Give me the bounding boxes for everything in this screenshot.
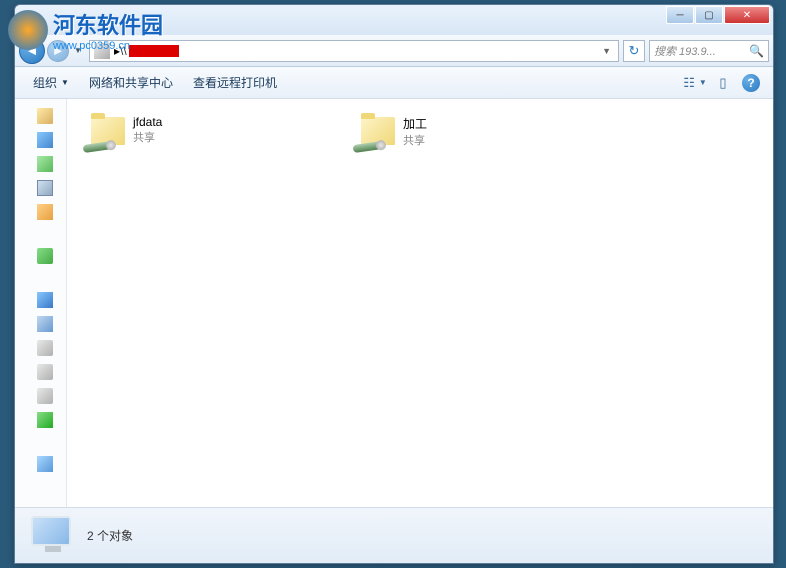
view-options-button[interactable]: ☷▼	[681, 72, 709, 94]
back-button[interactable]: ◄	[19, 38, 45, 64]
drive-icon	[37, 388, 53, 404]
chevron-down-icon: ▼	[61, 78, 69, 87]
search-box[interactable]: 搜索 193.9... 🔍	[649, 40, 769, 62]
address-text: ▸ \\	[114, 44, 599, 58]
shared-folder-icon	[83, 115, 125, 155]
sidebar-item[interactable]	[15, 105, 66, 127]
search-input[interactable]: 搜索 193.9...	[654, 43, 749, 59]
sidebar-item[interactable]	[15, 201, 66, 223]
search-icon[interactable]: 🔍	[749, 44, 764, 58]
help-button[interactable]: ?	[737, 72, 765, 94]
video-icon	[37, 132, 53, 148]
computer-large-icon	[27, 514, 75, 558]
refresh-button[interactable]: ↻	[623, 40, 645, 62]
shared-folder-item[interactable]: jfdata 共享	[79, 111, 309, 159]
homegroup-icon	[37, 248, 53, 264]
address-bar[interactable]: ▸ \\ ▼	[89, 40, 619, 62]
sidebar-item[interactable]	[15, 177, 66, 199]
sidebar-item[interactable]	[15, 245, 66, 267]
monitor-icon	[37, 316, 53, 332]
close-button[interactable]: ✕	[724, 6, 770, 24]
folder-subtitle: 共享	[403, 132, 427, 148]
organize-label: 组织	[33, 74, 57, 91]
network-icon	[37, 456, 53, 472]
computer-icon	[37, 292, 53, 308]
organize-button[interactable]: 组织 ▼	[23, 70, 79, 95]
sidebar-item[interactable]	[15, 289, 66, 311]
picture-icon	[37, 156, 53, 172]
document-icon	[37, 180, 53, 196]
explorer-window: ─ ▢ ✕ ◄ ► ▼ ▸ \\ ▼ ↻ 搜索 193.9... 🔍 组织 ▼ …	[14, 4, 774, 564]
sidebar-item[interactable]	[15, 337, 66, 359]
preview-pane-button[interactable]: ▯	[709, 72, 737, 94]
folder-icon	[37, 108, 53, 124]
shared-folder-icon	[353, 115, 395, 155]
nav-history-dropdown[interactable]: ▼	[71, 46, 85, 55]
titlebar: ─ ▢ ✕	[15, 5, 773, 35]
sidebar-item[interactable]	[15, 409, 66, 431]
sidebar-item[interactable]	[15, 129, 66, 151]
drive-icon	[37, 340, 53, 356]
status-count: 2 个对象	[87, 527, 133, 544]
address-redacted	[129, 45, 179, 57]
excel-icon	[37, 412, 53, 428]
content-pane[interactable]: jfdata 共享 加工 共享	[67, 99, 773, 507]
view-printers-label: 查看远程打印机	[193, 74, 277, 91]
network-center-button[interactable]: 网络和共享中心	[79, 70, 183, 95]
navbar: ◄ ► ▼ ▸ \\ ▼ ↻ 搜索 193.9... 🔍	[15, 35, 773, 67]
sidebar-item[interactable]	[15, 153, 66, 175]
sidebar-item[interactable]	[15, 385, 66, 407]
folder-name: 加工	[403, 115, 427, 132]
sidebar	[15, 99, 67, 507]
maximize-button[interactable]: ▢	[695, 6, 723, 24]
main-area: jfdata 共享 加工 共享	[15, 99, 773, 507]
address-network-prefix: \\	[120, 44, 127, 58]
toolbar: 组织 ▼ 网络和共享中心 查看远程打印机 ☷▼ ▯ ?	[15, 67, 773, 99]
computer-icon	[94, 43, 110, 59]
chevron-down-icon: ▼	[699, 78, 707, 87]
help-icon: ?	[742, 74, 760, 92]
statusbar: 2 个对象	[15, 507, 773, 563]
minimize-button[interactable]: ─	[666, 6, 694, 24]
drive-icon	[37, 364, 53, 380]
folder-name: jfdata	[133, 115, 162, 129]
sidebar-item[interactable]	[15, 453, 66, 475]
view-printers-button[interactable]: 查看远程打印机	[183, 70, 287, 95]
sidebar-item[interactable]	[15, 313, 66, 335]
forward-button[interactable]: ►	[47, 40, 69, 62]
address-dropdown[interactable]: ▼	[599, 46, 614, 56]
folder-subtitle: 共享	[133, 129, 162, 145]
music-icon	[37, 204, 53, 220]
shared-folder-item[interactable]: 加工 共享	[349, 111, 579, 159]
sidebar-item[interactable]	[15, 361, 66, 383]
network-center-label: 网络和共享中心	[89, 74, 173, 91]
